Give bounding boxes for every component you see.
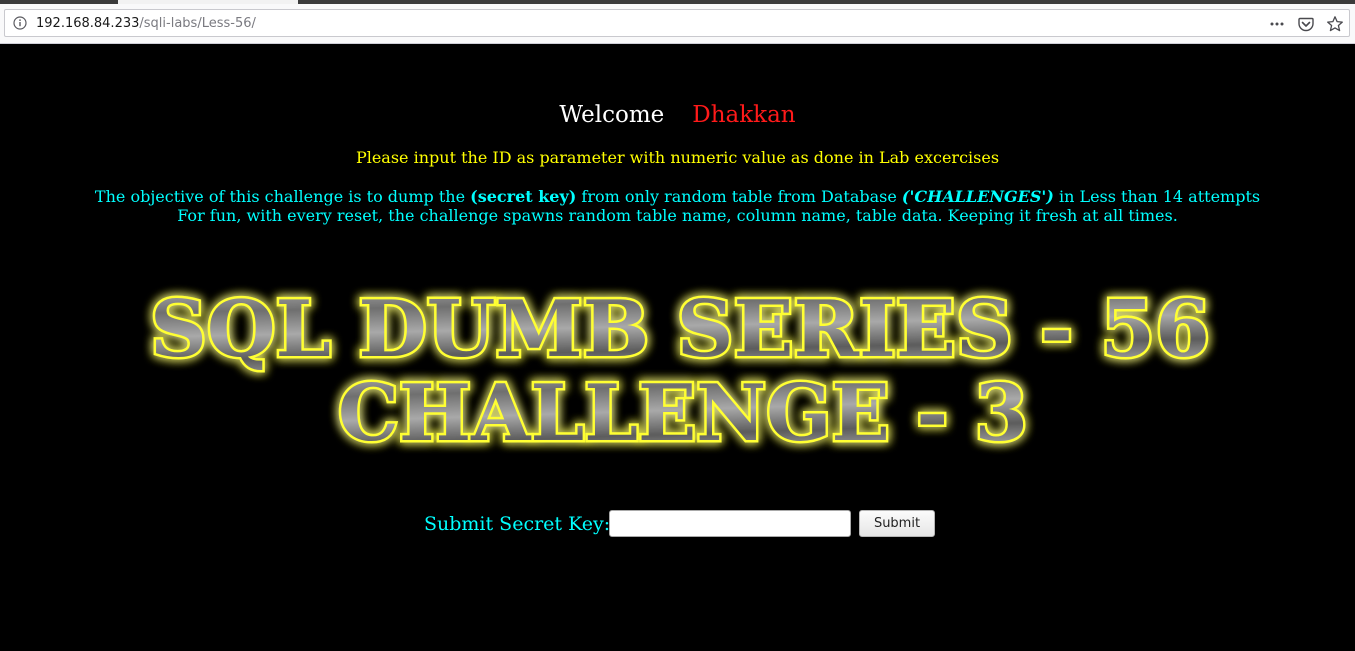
secret-key-label: Submit Secret Key: xyxy=(424,513,611,535)
bookmark-star-icon[interactable] xyxy=(1326,15,1344,33)
banner-line-1: SQL DUMB SERIES - 56 xyxy=(150,284,1210,375)
objective-part-2: from only random table from Database xyxy=(576,187,902,206)
browser-toolbar: 192.168.84.233/sqli-labs/Less-56/ xyxy=(0,4,1355,44)
title-banner: SQL DUMB SERIES - 56 CHALLENGE - 3 xyxy=(148,282,1213,457)
address-bar[interactable]: 192.168.84.233/sqli-labs/Less-56/ xyxy=(4,9,1350,37)
objective-line-1: The objective of this challenge is to du… xyxy=(0,187,1355,206)
url-path: /sqli-labs/Less-56/ xyxy=(139,16,256,31)
welcome-heading: Welcome Dhakkan xyxy=(0,101,1355,129)
secret-key-input[interactable] xyxy=(609,510,851,537)
objective-line-2: For fun, with every reset, the challenge… xyxy=(177,206,1178,225)
submit-button[interactable]: Submit xyxy=(859,510,935,537)
url-host: 192.168.84.233 xyxy=(36,16,140,31)
secret-key-form: Submit Secret Key: Submit xyxy=(0,509,1355,539)
instructions-text: Please input the ID as parameter with nu… xyxy=(355,148,1000,167)
welcome-word: Welcome xyxy=(559,102,665,128)
page-content: Welcome Dhakkan Please input the ID as pa… xyxy=(0,44,1355,651)
url-text[interactable]: 192.168.84.233/sqli-labs/Less-56/ xyxy=(36,16,256,31)
objective-part-1: The objective of this challenge is to du… xyxy=(94,187,471,206)
secret-key-term: (secret key) xyxy=(470,187,577,206)
objective-part-3: in Less than 14 attempts xyxy=(1053,187,1261,206)
pocket-icon[interactable] xyxy=(1297,15,1315,33)
database-name: ('CHALLENGES') xyxy=(901,187,1054,206)
more-icon[interactable] xyxy=(1268,15,1286,33)
welcome-name: Dhakkan xyxy=(692,102,796,128)
objective-text: The objective of this challenge is to du… xyxy=(0,187,1355,225)
info-icon[interactable] xyxy=(13,16,27,30)
banner-line-2: CHALLENGE - 3 xyxy=(338,368,1028,456)
